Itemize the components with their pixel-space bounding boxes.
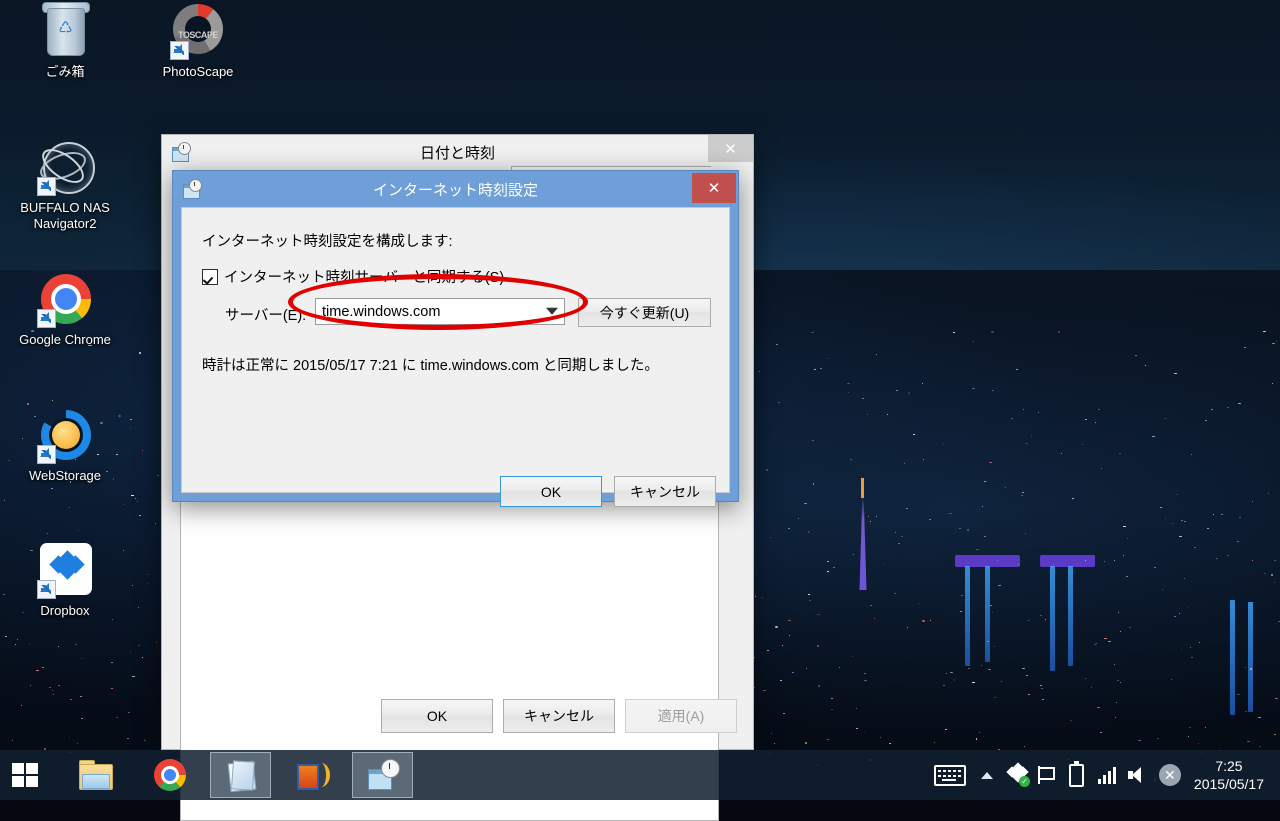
taskbar-item-date-and-time[interactable] [352,752,413,798]
shortcut-overlay-icon [37,309,56,328]
photoscape-icon [295,758,329,792]
taskbar[interactable]: ✓ ✕ 7:25 2015/05/17 [0,750,1280,800]
shortcut-overlay-icon [37,177,56,196]
touch-keyboard-icon[interactable] [928,750,972,800]
chrome-icon [37,272,93,328]
desktop-icon-photoscape[interactable]: TOSCAPE PhotoScape [139,4,257,80]
internet-time-content: インターネット時刻設定を構成します: インターネット時刻サーバーと同期する(S)… [181,207,730,493]
clock-date: 2015/05/17 [1194,775,1264,793]
desktop-icon-label: Google Chrome [6,332,124,348]
windows-logo-icon [12,763,38,787]
desktop-icon-label: ごみ箱 [6,64,124,80]
dropbox-icon [37,543,93,599]
taskbar-item-photoscape[interactable] [281,752,342,798]
desktop-icon-label: WebStorage [6,468,124,484]
action-center-flag-icon[interactable] [1032,750,1062,800]
photoscape-icon: TOSCAPE [170,4,226,60]
shortcut-overlay-icon [37,580,56,599]
battery-icon[interactable] [1062,750,1092,800]
server-label: サーバー(E): [225,304,306,325]
start-button[interactable] [0,750,50,800]
buffalo-nas-icon [37,140,93,196]
tokyo-tower [855,495,871,590]
shortcut-overlay-icon [170,41,189,60]
desktop-icon-label: BUFFALO NAS Navigator2 [6,200,124,232]
titlebar-internet-time[interactable]: インターネット時刻設定 ✕ [173,171,738,207]
chevron-down-icon[interactable] [546,307,558,314]
ok-button[interactable]: OK [381,699,493,733]
desktop-icon-label: PhotoScape [139,64,257,80]
server-combobox-value: time.windows.com [322,304,440,320]
sync-checkbox-row[interactable]: インターネット時刻サーバーと同期する(S) [202,266,504,287]
ok-button[interactable]: OK [500,476,602,507]
server-combobox[interactable]: time.windows.com [315,298,565,325]
desktop-icon-recycle-bin[interactable]: ♺ ごみ箱 [6,4,124,80]
show-hidden-icons-chevron[interactable] [972,750,1002,800]
window-internet-time-settings[interactable]: インターネット時刻設定 ✕ インターネット時刻設定を構成します: インターネット… [172,170,739,502]
sync-checkbox-label: インターネット時刻サーバーと同期する(S) [224,266,504,287]
apply-button: 適用(A) [625,699,737,733]
update-now-button[interactable]: 今すぐ更新(U) [578,298,711,327]
network-signal-icon[interactable] [1092,750,1122,800]
description-text: インターネット時刻設定を構成します: [202,230,453,251]
window-title: 日付と時刻 [162,142,753,163]
dropbox-tray-icon[interactable]: ✓ [1002,750,1032,800]
taskbar-clock[interactable]: 7:25 2015/05/17 [1188,757,1274,793]
volume-icon[interactable] [1122,750,1152,800]
taskbar-item-notepad[interactable] [210,752,271,798]
date-time-icon [366,758,400,792]
file-explorer-icon [78,758,112,792]
close-circle-icon[interactable]: ✕ [1152,750,1188,800]
desktop-icon-webstorage[interactable]: WebStorage [6,408,124,484]
notepad-icon [224,758,258,792]
desktop-icon-buffalo-nas-navigator2[interactable]: BUFFALO NAS Navigator2 [6,140,124,232]
desktop-icon-label: Dropbox [6,603,124,619]
sync-status-text: 時計は正常に 2015/05/17 7:21 に time.windows.co… [202,354,659,375]
window-title: インターネット時刻設定 [173,179,738,200]
taskbar-item-google-chrome[interactable] [139,752,200,798]
window-footer: OK キャンセル 適用(A) [162,685,753,749]
webstorage-icon [37,408,93,464]
desktop-icon-google-chrome[interactable]: Google Chrome [6,272,124,348]
shortcut-overlay-icon [37,445,56,464]
chrome-icon [153,758,187,792]
titlebar-date-and-time[interactable]: 日付と時刻 ✕ [162,135,753,169]
close-window-button[interactable]: ✕ [708,135,753,162]
sync-checkbox[interactable] [202,269,218,285]
desktop-icon-dropbox[interactable]: Dropbox [6,543,124,619]
system-tray[interactable]: ✓ ✕ 7:25 2015/05/17 [928,750,1280,800]
cancel-button[interactable]: キャンセル [614,476,716,507]
photoscape-wordmark: TOSCAPE [178,30,218,40]
cancel-button[interactable]: キャンセル [503,699,615,733]
close-window-button[interactable]: ✕ [692,173,736,203]
tokyo-tower-tip [861,478,864,498]
clock-time: 7:25 [1194,757,1264,775]
taskbar-item-file-explorer[interactable] [64,752,125,798]
recycle-bin-icon: ♺ [37,4,93,60]
